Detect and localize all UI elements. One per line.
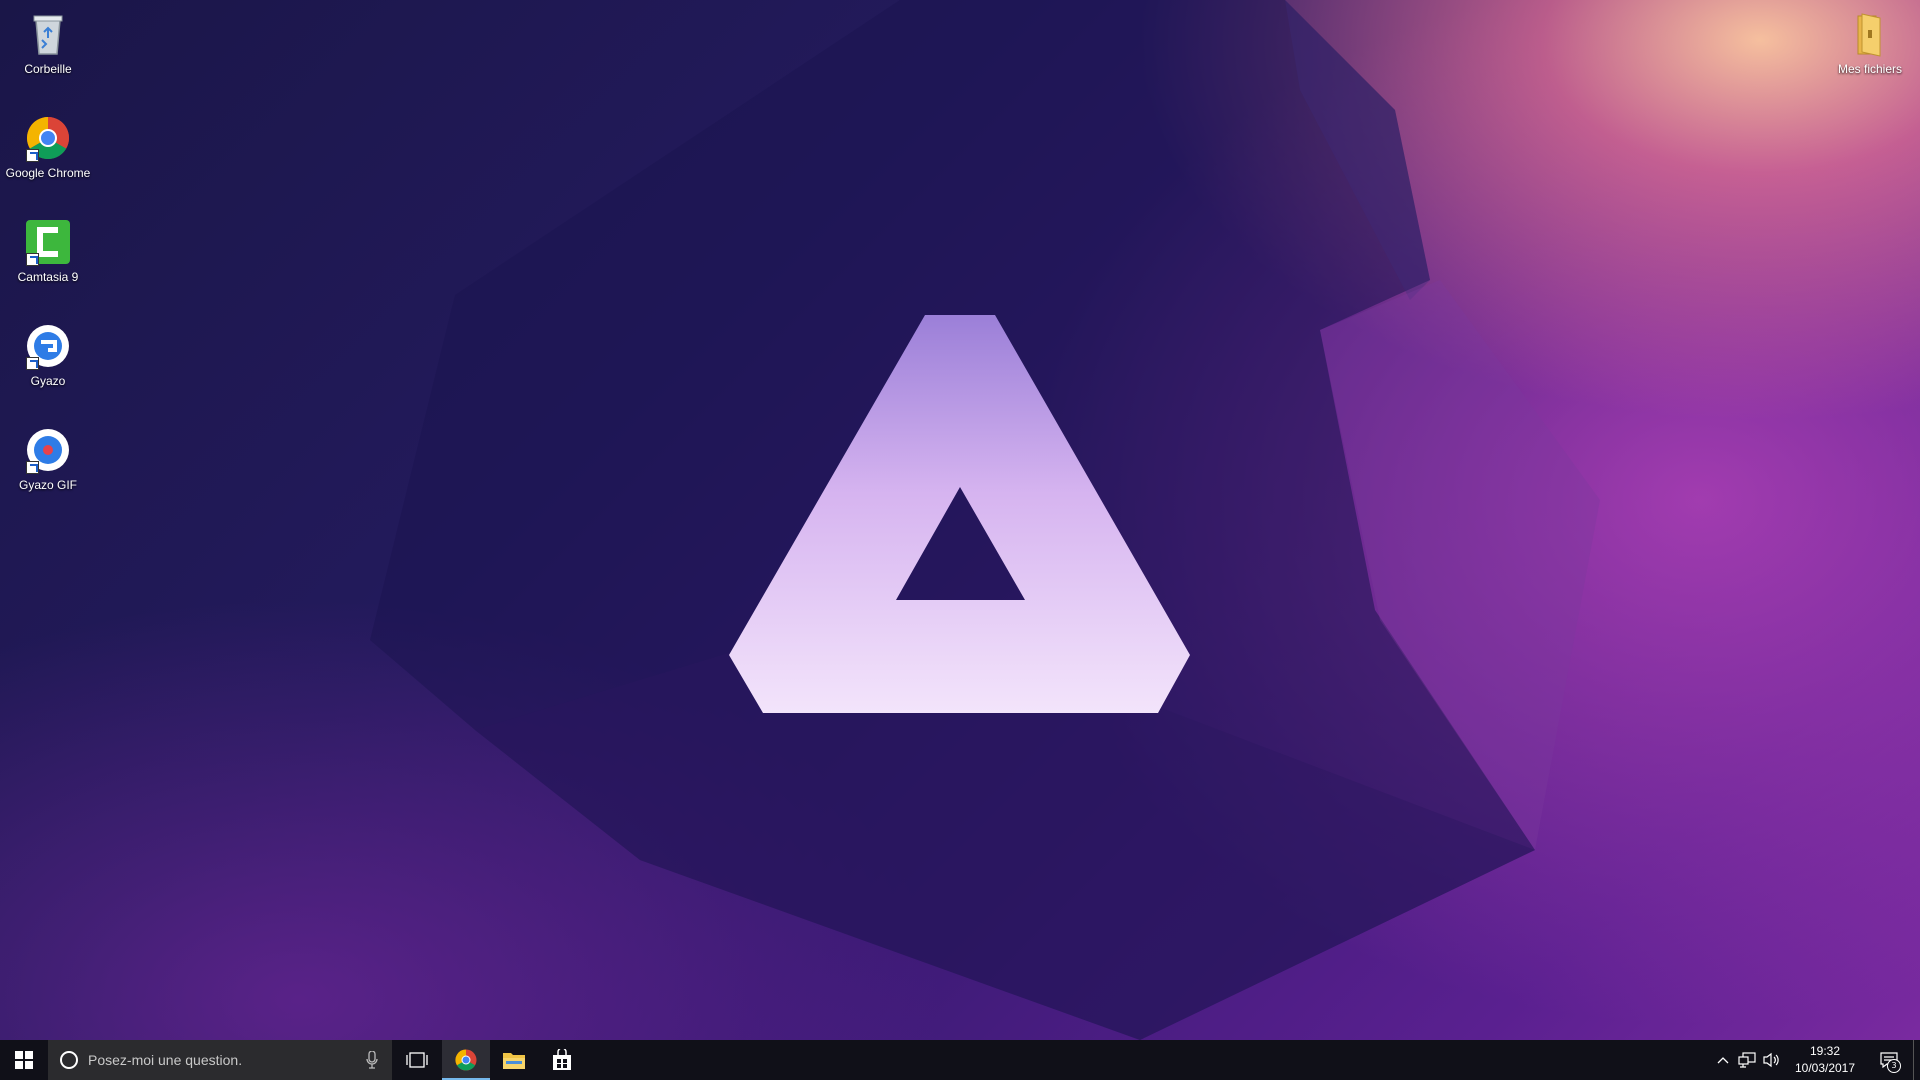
wallpaper (370, 0, 1600, 1040)
gyazo-gif-icon (24, 426, 72, 474)
network-icon[interactable] (1735, 1040, 1759, 1080)
system-tray: 19:32 10/03/2017 3 (1711, 1040, 1920, 1080)
shortcut-arrow-icon (26, 253, 39, 266)
desktop-icon-recycle-bin[interactable]: Corbeille (4, 4, 92, 102)
desktop-icon-google-chrome[interactable]: Google Chrome (4, 108, 92, 206)
action-center-button[interactable]: 3 (1867, 1040, 1911, 1080)
recycle-bin-icon (24, 10, 72, 58)
search-input[interactable]: Posez-moi une question. (48, 1040, 392, 1080)
search-placeholder: Posez-moi une question. (88, 1052, 243, 1068)
task-view-button[interactable] (392, 1040, 442, 1080)
volume-icon[interactable] (1759, 1040, 1783, 1080)
desktop-icon-label: Google Chrome (5, 166, 91, 180)
clock-time: 19:32 (1809, 1044, 1841, 1058)
desktop-icon-gyazo-gif[interactable]: Gyazo GIF (4, 420, 92, 518)
folder-icon (1846, 10, 1894, 58)
desktop[interactable]: Corbeille Google Chrome Camtasia 9 Gyazo… (0, 0, 1920, 1040)
desktop-icon-camtasia[interactable]: Camtasia 9 (4, 212, 92, 310)
cortana-icon (60, 1051, 78, 1069)
show-hidden-icons-chevron-up-icon[interactable] (1711, 1040, 1735, 1080)
clock[interactable]: 19:32 10/03/2017 (1783, 1043, 1867, 1077)
desktop-icon-mes-fichiers[interactable]: Mes fichiers (1826, 4, 1914, 102)
desktop-icon-label: Camtasia 9 (17, 270, 79, 284)
camtasia-icon (24, 218, 72, 266)
microphone-icon[interactable] (352, 1051, 392, 1069)
desktop-icon-label: Gyazo (30, 374, 66, 388)
desktop-icon-label: Mes fichiers (1837, 62, 1902, 76)
desktop-icon-gyazo[interactable]: Gyazo (4, 316, 92, 414)
taskbar: Posez-moi une question. 19:32 10/03/2017… (0, 1040, 1920, 1080)
start-button[interactable] (0, 1040, 48, 1080)
chrome-icon (24, 114, 72, 162)
file-explorer-icon (503, 1053, 525, 1069)
shortcut-arrow-icon (26, 357, 39, 370)
desktop-icon-label: Corbeille (24, 62, 72, 76)
desktop-icon-label: Gyazo GIF (18, 478, 77, 492)
taskbar-app-file-explorer[interactable] (490, 1040, 538, 1080)
store-icon (553, 1049, 571, 1070)
show-desktop-button[interactable] (1913, 1040, 1920, 1080)
clock-date: 10/03/2017 (1794, 1061, 1856, 1075)
windows-logo-icon (15, 1051, 33, 1069)
taskbar-app-store[interactable] (538, 1040, 586, 1080)
notification-count-badge: 3 (1887, 1059, 1901, 1073)
shortcut-arrow-icon (26, 461, 39, 474)
gyazo-icon (24, 322, 72, 370)
taskbar-app-chrome[interactable] (442, 1040, 490, 1080)
task-view-icon (406, 1052, 428, 1068)
shortcut-arrow-icon (26, 149, 39, 162)
chrome-icon (455, 1049, 477, 1071)
